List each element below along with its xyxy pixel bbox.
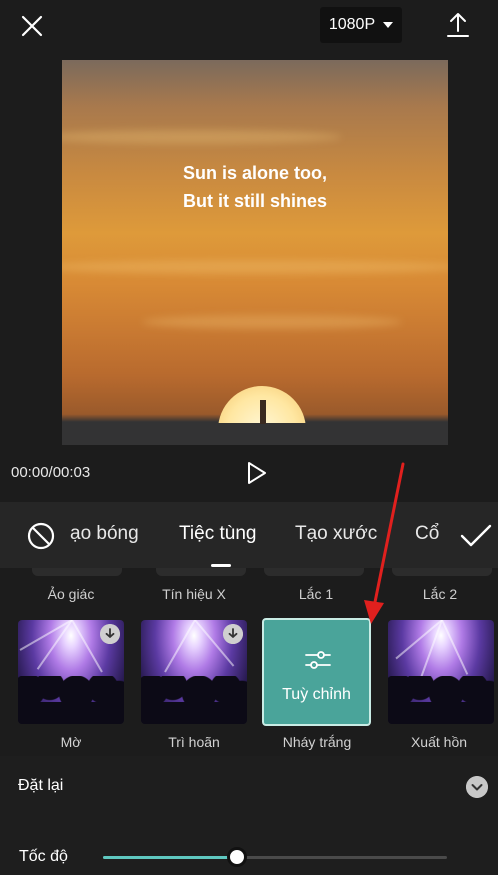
category-tabs: ạo bóng Tiệc tùng Tạo xước Cổ — [70, 502, 442, 568]
light-ray — [441, 620, 469, 675]
effect-caption: Nháy trắng — [282, 734, 352, 750]
active-tab-indicator — [211, 564, 231, 567]
effect-card-xuat-hon[interactable] — [388, 620, 494, 724]
previous-row-card — [32, 568, 122, 576]
previous-row-card — [392, 568, 492, 576]
reset-row[interactable]: Đặt lại — [0, 756, 498, 818]
effects-panel: Ảo giác Tín hiệu X Lắc 1 Lắc 2 Mờ Trì ho… — [0, 568, 498, 756]
cloud-streak — [142, 315, 402, 329]
previous-row-card — [264, 568, 364, 576]
light-ray — [164, 620, 196, 673]
effect-category-bar: ạo bóng Tiệc tùng Tạo xước Cổ — [0, 502, 498, 568]
close-icon[interactable] — [18, 12, 46, 40]
resolution-button[interactable]: 1080P — [320, 7, 402, 43]
effect-card-mo[interactable] — [18, 620, 124, 724]
cloud-streak — [62, 260, 448, 274]
top-bar: 1080P — [0, 0, 498, 52]
playback-bar: 00:00/00:03 — [0, 455, 498, 493]
tab-tao-bong[interactable]: ạo bóng — [70, 523, 139, 545]
crowd-silhouette — [388, 676, 494, 724]
checkmark-icon[interactable] — [459, 522, 493, 550]
previous-row-card — [156, 568, 246, 576]
effect-card-nhay-trang[interactable]: Tuỳ chỉnh — [262, 618, 371, 726]
effect-label[interactable]: Lắc 1 — [256, 586, 376, 602]
play-icon[interactable] — [244, 460, 268, 486]
caret-down-icon — [383, 22, 394, 28]
speed-label: Tốc độ — [19, 848, 68, 865]
tab-tao-xuoc[interactable]: Tạo xước — [295, 523, 377, 545]
download-icon[interactable] — [100, 624, 120, 644]
cloud-streak — [62, 130, 342, 144]
resolution-label: 1080P — [328, 16, 376, 33]
effect-card-tri-hoan[interactable] — [141, 620, 247, 724]
effect-label[interactable]: Ảo giác — [11, 586, 131, 602]
export-upload-icon[interactable] — [444, 10, 472, 40]
tab-tiec-tung[interactable]: Tiệc tùng — [179, 523, 256, 545]
light-ray — [19, 620, 73, 651]
download-icon[interactable] — [223, 624, 243, 644]
no-effect-icon[interactable] — [26, 521, 56, 551]
crowd-silhouette — [18, 676, 124, 724]
speed-slider-fill — [103, 856, 238, 859]
effect-caption: Trì hoãn — [168, 734, 220, 750]
video-preview[interactable]: Sun is alone too, But it still shines — [62, 60, 448, 445]
chevron-down-icon[interactable] — [466, 776, 488, 798]
effect-label[interactable]: Lắc 2 — [380, 586, 498, 602]
effect-caption: Xuất hồn — [410, 734, 468, 750]
light-ray — [71, 620, 103, 673]
horizon — [62, 423, 448, 445]
reset-label: Đặt lại — [18, 777, 64, 794]
customize-label: Tuỳ chỉnh — [282, 686, 351, 703]
crowd-silhouette — [141, 676, 247, 724]
speed-row: Tốc độ — [0, 818, 498, 875]
lighthouse-silhouette — [260, 400, 266, 424]
lyric-line-2: But it still shines — [182, 191, 328, 211]
tab-co[interactable]: Cổ — [415, 523, 439, 545]
effect-caption: Mờ — [60, 734, 82, 750]
speed-slider-handle[interactable] — [227, 847, 248, 867]
effect-label[interactable]: Tín hiệu X — [134, 586, 254, 602]
timecode: 00:00/00:03 — [11, 464, 91, 481]
adjust-sliders-icon — [305, 651, 331, 669]
lyric-line-1: Sun is alone too, — [182, 163, 327, 183]
